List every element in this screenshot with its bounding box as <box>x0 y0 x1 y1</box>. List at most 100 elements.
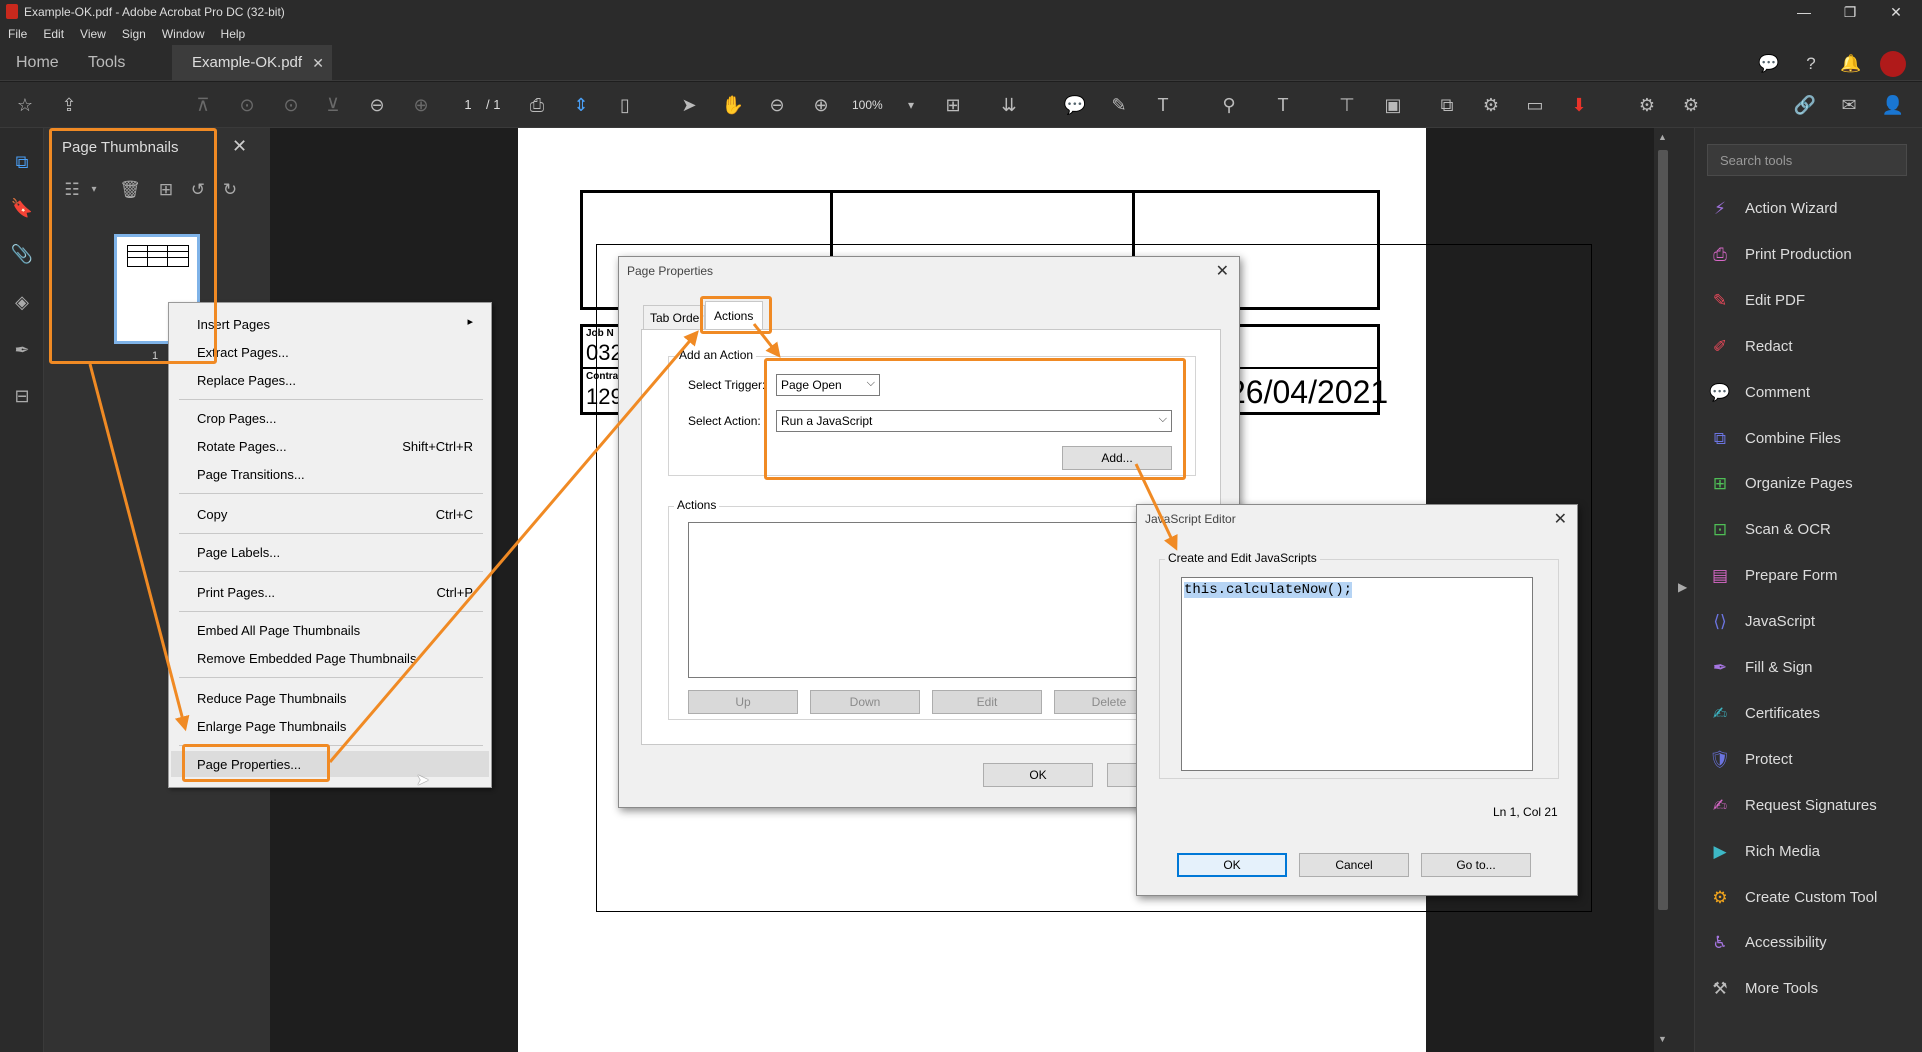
menu-item-rotate-pages[interactable]: Rotate Pages... <box>197 439 287 454</box>
tool-item-prepare-form[interactable]: ▤ Prepare Form <box>1709 559 1919 593</box>
minimize-button[interactable]: — <box>1794 3 1814 21</box>
menu-item-remove-embedded-thumbnails[interactable]: Remove Embedded Page Thumbnails <box>197 651 416 666</box>
tool-item-edit-pdf[interactable]: ✎ Edit PDF <box>1709 284 1919 318</box>
menu-item-enlarge-thumbnails[interactable]: Enlarge Page Thumbnails <box>197 719 346 734</box>
previous-page-icon[interactable]: ⊙ <box>234 92 260 118</box>
js-cancel-button[interactable]: Cancel <box>1299 853 1409 877</box>
close-window-button[interactable]: ✕ <box>1886 3 1906 21</box>
scrollbar-thumb[interactable] <box>1658 150 1668 910</box>
zoom-out-icon[interactable]: ⊖ <box>764 92 790 118</box>
first-page-icon[interactable]: ⊼ <box>190 92 216 118</box>
menu-help[interactable]: Help <box>213 24 254 41</box>
tool-item-fill-sign[interactable]: ✒ Fill & Sign <box>1709 651 1919 685</box>
text-box-icon[interactable]: T <box>1150 92 1176 118</box>
menu-sign[interactable]: Sign <box>114 24 154 41</box>
menu-edit[interactable]: Edit <box>35 24 72 41</box>
page-display-icon[interactable]: ⊞ <box>940 92 966 118</box>
tab-order-tab[interactable]: Tab Order <box>643 305 705 329</box>
restore-button[interactable]: ❐ <box>1840 3 1860 21</box>
print-icon[interactable]: ⎙ <box>524 92 550 118</box>
document-icon[interactable]: ▭ <box>1522 92 1548 118</box>
menu-view[interactable]: View <box>72 24 114 41</box>
menu-item-page-transitions[interactable]: Page Transitions... <box>197 467 305 482</box>
menu-window[interactable]: Window <box>154 24 213 41</box>
vertical-scrollbar[interactable]: ▲ ▼ <box>1654 128 1672 1052</box>
tab-document[interactable]: Example-OK.pdf ✕ <box>172 45 332 81</box>
back-icon[interactable]: ⊖ <box>364 92 390 118</box>
tool-item-action-wizard[interactable]: ⚡ Action Wizard <box>1709 192 1919 226</box>
scroll-up-icon[interactable]: ▲ <box>1658 132 1667 142</box>
rotate-right-icon[interactable]: ↻ <box>218 178 242 202</box>
tool-item-print-production[interactable]: ⎙ Print Production <box>1709 238 1919 272</box>
toolbox-icon[interactable]: ▣ <box>1380 92 1406 118</box>
combine-icon[interactable]: ⧉ <box>1434 92 1460 118</box>
stamp-icon[interactable]: ⚲ <box>1216 92 1242 118</box>
menu-file[interactable]: File <box>0 24 35 41</box>
form-settings-icon[interactable]: ⚙ <box>1678 92 1704 118</box>
form-field-icon[interactable]: ⊤ <box>1334 92 1360 118</box>
down-button[interactable]: Down <box>810 690 920 714</box>
tool-item-rich-media[interactable]: ▶ Rich Media <box>1709 835 1919 869</box>
share-user-icon[interactable]: 👤 <box>1880 92 1906 118</box>
tool-item-comment[interactable]: 💬 Comment <box>1709 376 1919 410</box>
page-number-input[interactable]: 1 <box>452 94 484 116</box>
bookmarks-icon[interactable]: 🔖 <box>10 196 34 220</box>
highlight-pen-icon[interactable]: ✎ <box>1106 92 1132 118</box>
tab-tools[interactable]: Tools <box>88 45 125 81</box>
link-icon[interactable]: 🔗 <box>1792 92 1818 118</box>
search-tools-input[interactable]: Search tools <box>1707 144 1907 176</box>
fit-width-icon[interactable]: ⇕ <box>568 92 594 118</box>
last-page-icon[interactable]: ⊻ <box>320 92 346 118</box>
menu-item-print-pages[interactable]: Print Pages... <box>197 585 275 600</box>
close-dialog-icon[interactable]: ✕ <box>1554 509 1567 529</box>
hand-tool-icon[interactable]: ✋ <box>720 92 746 118</box>
notifications-icon[interactable]: 🔔 <box>1840 53 1862 75</box>
tool-item-accessibility[interactable]: ♿ Accessibility <box>1709 926 1919 960</box>
tool-item-redact[interactable]: ✐ Redact <box>1709 330 1919 364</box>
tool-item-request-signatures[interactable]: ✍ Request Signatures <box>1709 789 1919 823</box>
zoom-in-icon[interactable]: ⊕ <box>808 92 834 118</box>
tool-item-combine-files[interactable]: ⧉ Combine Files <box>1709 422 1919 456</box>
next-page-icon[interactable]: ⊙ <box>278 92 304 118</box>
menu-item-crop-pages[interactable]: Crop Pages... <box>197 411 277 426</box>
menu-item-reduce-thumbnails[interactable]: Reduce Page Thumbnails <box>197 691 346 706</box>
close-panel-icon[interactable]: ✕ <box>232 136 247 157</box>
menu-item-page-labels[interactable]: Page Labels... <box>197 545 280 560</box>
scrolling-mode-icon[interactable]: ⇊ <box>996 92 1022 118</box>
menu-item-embed-thumbnails[interactable]: Embed All Page Thumbnails <box>197 623 360 638</box>
add-comment-icon[interactable]: 💬 <box>1062 92 1088 118</box>
layers-icon[interactable]: ◈ <box>10 290 34 314</box>
js-goto-button[interactable]: Go to... <box>1421 853 1531 877</box>
bookmark-star-icon[interactable]: ☆ <box>12 92 38 118</box>
edit-button[interactable]: Edit <box>932 690 1042 714</box>
close-dialog-icon[interactable]: ✕ <box>1216 261 1229 281</box>
menu-item-copy[interactable]: Copy <box>197 507 227 522</box>
email-icon[interactable]: ✉ <box>1836 92 1862 118</box>
page-properties-ok-button[interactable]: OK <box>983 763 1093 787</box>
tool-item-organize-pages[interactable]: ⊞ Organize Pages <box>1709 467 1919 501</box>
order-icon[interactable]: ⊟ <box>10 384 34 408</box>
document-settings-icon[interactable]: ⚙ <box>1634 92 1660 118</box>
forward-icon[interactable]: ⊕ <box>408 92 434 118</box>
menu-item-replace-pages[interactable]: Replace Pages... <box>197 373 296 388</box>
tool-item-create-custom-tool[interactable]: ⚙ Create Custom Tool <box>1709 881 1919 915</box>
add-text-icon[interactable]: T <box>1270 92 1296 118</box>
tool-item-certificates[interactable]: ✍ Certificates <box>1709 697 1919 731</box>
avatar[interactable] <box>1880 51 1906 77</box>
upload-cloud-icon[interactable]: ⇪ <box>56 92 82 118</box>
tool-item-scan-ocr[interactable]: ⊡ Scan & OCR <box>1709 513 1919 547</box>
scroll-down-icon[interactable]: ▼ <box>1658 1034 1667 1044</box>
chat-icon[interactable]: 💬 <box>1758 53 1780 75</box>
select-tool-icon[interactable]: ➤ <box>676 92 702 118</box>
js-ok-button[interactable]: OK <box>1177 853 1287 877</box>
right-panel-collapse[interactable]: ▶ <box>1672 128 1694 1052</box>
tool-item-javascript[interactable]: ⟨⟩ JavaScript <box>1709 605 1919 639</box>
page-thumbnails-icon[interactable]: ⧉ <box>10 150 34 174</box>
collapse-chevron-right-icon[interactable]: ▶ <box>1678 580 1687 594</box>
attachments-icon[interactable]: 📎 <box>10 242 34 266</box>
signatures-icon[interactable]: ✒ <box>10 338 34 362</box>
zoom-chevron-down-icon[interactable]: ▾ <box>898 92 924 118</box>
settings-document-icon[interactable]: ⚙ <box>1478 92 1504 118</box>
up-button[interactable]: Up <box>688 690 798 714</box>
two-page-view-icon[interactable]: ▯ <box>612 92 638 118</box>
